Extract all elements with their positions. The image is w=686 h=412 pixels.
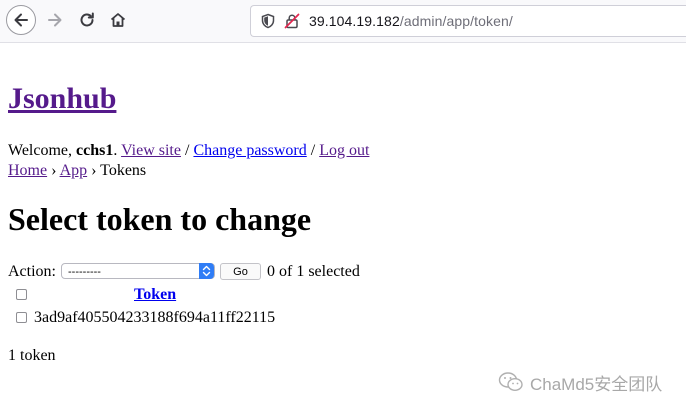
column-header-token: Token: [134, 286, 176, 304]
page-title: Select token to change: [8, 201, 312, 237]
arrow-left-icon: [14, 13, 28, 27]
browser-toolbar: 39.104.19.182/admin/app/token/: [0, 0, 686, 43]
breadcrumb-current: Tokens: [100, 162, 147, 179]
user-tools: Welcome, cchs1. View site / Change passw…: [8, 141, 369, 161]
user-tools-separator: /: [184, 142, 190, 159]
go-button[interactable]: Go: [220, 263, 261, 280]
watermark-text: ChaMd5安全团队: [530, 374, 663, 394]
watermark: ChaMd5安全团队: [498, 371, 663, 394]
username: cchs1: [76, 142, 114, 159]
wechat-icon: [498, 372, 523, 392]
insecure-lock-icon[interactable]: [284, 13, 300, 29]
forward-button[interactable]: [40, 5, 70, 35]
breadcrumb-home[interactable]: Home: [8, 162, 47, 179]
welcome-period: .: [113, 142, 118, 159]
action-select-value: ---------: [68, 266, 101, 278]
site-title-link[interactable]: Jsonhub: [8, 82, 116, 115]
reload-button[interactable]: [72, 5, 102, 35]
welcome-text: Welcome,: [8, 142, 73, 159]
selection-counter: 0 of 1 selected: [267, 263, 360, 280]
sort-token-link[interactable]: Token: [134, 286, 176, 303]
change-password-link[interactable]: Change password: [193, 142, 306, 159]
select-all-checkbox[interactable]: [16, 289, 27, 300]
action-select[interactable]: ---------: [61, 263, 215, 279]
address-bar[interactable]: 39.104.19.182/admin/app/token/: [250, 5, 686, 37]
breadcrumb-app[interactable]: App: [60, 162, 88, 179]
url-text: 39.104.19.182/admin/app/token/: [309, 13, 513, 29]
table-row: 3ad9af405504233188f694a11ff22115: [34, 309, 275, 327]
row-checkbox[interactable]: [16, 312, 27, 323]
url-path: /admin/app/token/: [399, 13, 513, 29]
action-label: Action:: [8, 263, 56, 280]
arrow-right-icon: [48, 13, 62, 27]
home-icon: [110, 13, 126, 27]
site-header: Jsonhub: [8, 82, 116, 116]
back-button[interactable]: [6, 5, 36, 35]
breadcrumb: Home › App › Tokens: [8, 161, 146, 181]
tracking-shield-icon[interactable]: [260, 13, 276, 29]
breadcrumb-separator: ›: [51, 162, 57, 179]
view-site-link[interactable]: View site: [121, 142, 181, 159]
reload-icon: [80, 12, 94, 27]
home-button[interactable]: [103, 5, 133, 35]
log-out-link[interactable]: Log out: [319, 142, 369, 159]
breadcrumb-separator: ›: [91, 162, 97, 179]
token-value: 3ad9af405504233188f694a11ff22115: [34, 309, 276, 326]
paginator: 1 token: [8, 347, 56, 364]
url-host: 39.104.19.182: [309, 13, 400, 29]
user-tools-separator: /: [310, 142, 316, 159]
select-arrows-icon: [199, 263, 214, 279]
